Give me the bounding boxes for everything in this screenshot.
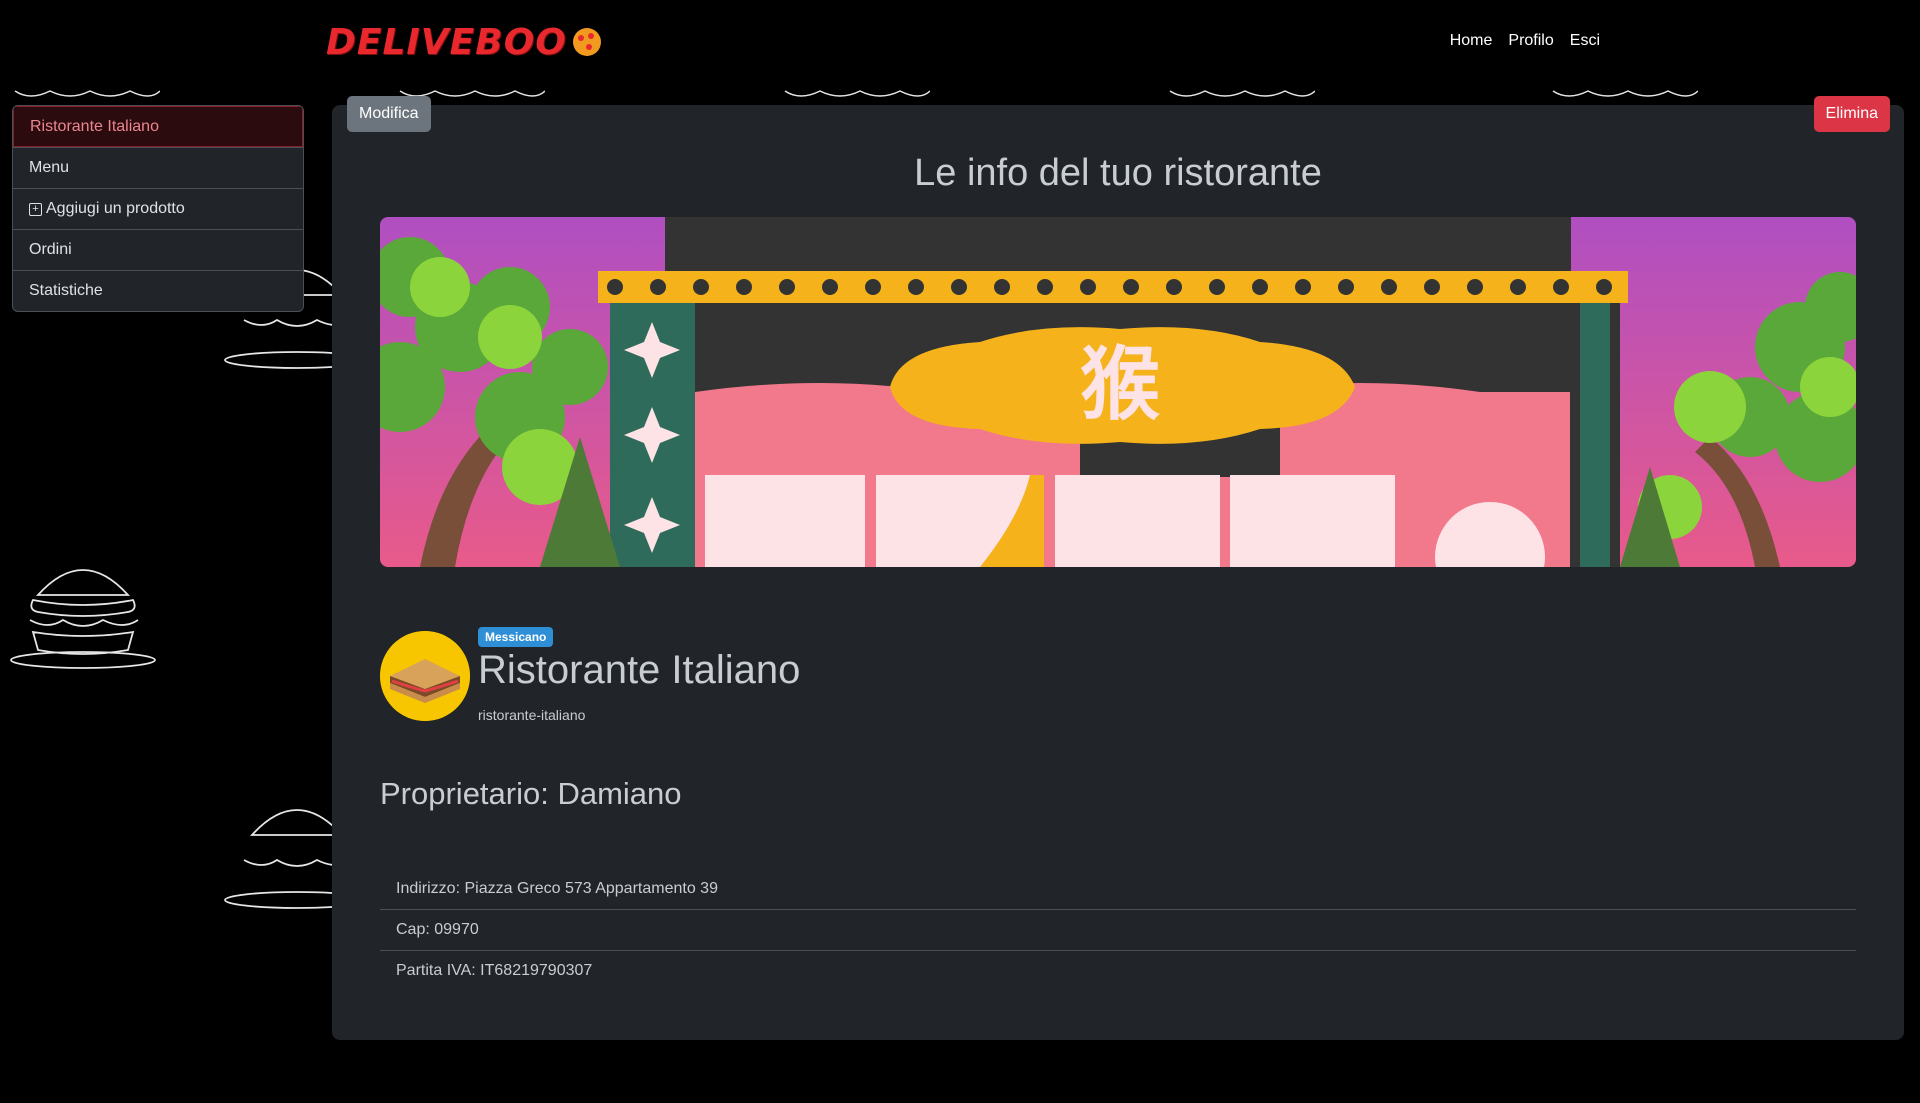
- restaurant-slug: ristorante-italiano: [478, 707, 586, 723]
- page-title: Le info del tuo ristorante: [914, 152, 1322, 194]
- restaurant-name: Ristorante Italiano: [478, 648, 801, 692]
- nav-links: Home Profilo Esci: [1450, 32, 1600, 50]
- info-list: Indirizzo: Piazza Greco 573 Appartamento…: [380, 868, 1856, 991]
- burger-doodle-icon: [8, 550, 163, 670]
- burger-doodle-icon: [222, 790, 332, 910]
- nav-logout[interactable]: Esci: [1570, 32, 1600, 50]
- sign-character: 猴: [1080, 338, 1160, 431]
- food-logo-icon: [572, 28, 601, 56]
- sidebar-item-restaurant[interactable]: Ristorante Italiano: [13, 106, 303, 147]
- sidebar-item-label: Ordini: [29, 241, 72, 258]
- delete-button[interactable]: Elimina: [1813, 96, 1890, 132]
- sidebar-item-statistics[interactable]: Statistiche: [13, 270, 303, 311]
- burger-doodle-icon: [1165, 86, 1315, 106]
- sidebar-item-label: Ristorante Italiano: [30, 117, 159, 135]
- burger-doodle-icon: [780, 86, 930, 106]
- sandwich-icon: [380, 631, 470, 721]
- sidebar-item-add-product[interactable]: + Aggiugi un prodotto: [13, 188, 303, 229]
- sidebar: Ristorante Italiano Menu + Aggiugi un pr…: [12, 105, 304, 312]
- restaurant-cover-image: 猴: [380, 217, 1856, 567]
- sidebar-item-orders[interactable]: Ordini: [13, 229, 303, 270]
- sidebar-item-menu[interactable]: Menu: [13, 147, 303, 188]
- sidebar-item-label: Statistiche: [29, 282, 103, 299]
- restaurant-avatar: [380, 631, 470, 721]
- burger-doodle-icon: [1548, 86, 1698, 106]
- edit-button[interactable]: Modifica: [347, 96, 431, 132]
- deliveboo-logo[interactable]: DELIVEBOO: [326, 21, 605, 63]
- list-item-vat: Partita IVA: IT68219790307: [380, 950, 1856, 991]
- list-item-address: Indirizzo: Piazza Greco 573 Appartamento…: [396, 879, 718, 897]
- navbar: DELIVEBOO Home Profilo Esci: [0, 0, 1920, 86]
- logo-text: DELIVEBOO: [326, 21, 567, 63]
- nav-profile[interactable]: Profilo: [1508, 32, 1553, 50]
- owner-heading: Proprietario: Damiano: [380, 776, 682, 811]
- sidebar-item-label: Aggiugi un prodotto: [46, 200, 185, 217]
- plus-square-icon: +: [29, 202, 42, 216]
- nav-home[interactable]: Home: [1450, 32, 1493, 50]
- burger-doodle-icon: [10, 86, 160, 106]
- list-item-cap: Cap: 09970: [380, 909, 1856, 950]
- category-badge: Messicano: [478, 627, 554, 647]
- sidebar-item-label: Menu: [29, 159, 70, 176]
